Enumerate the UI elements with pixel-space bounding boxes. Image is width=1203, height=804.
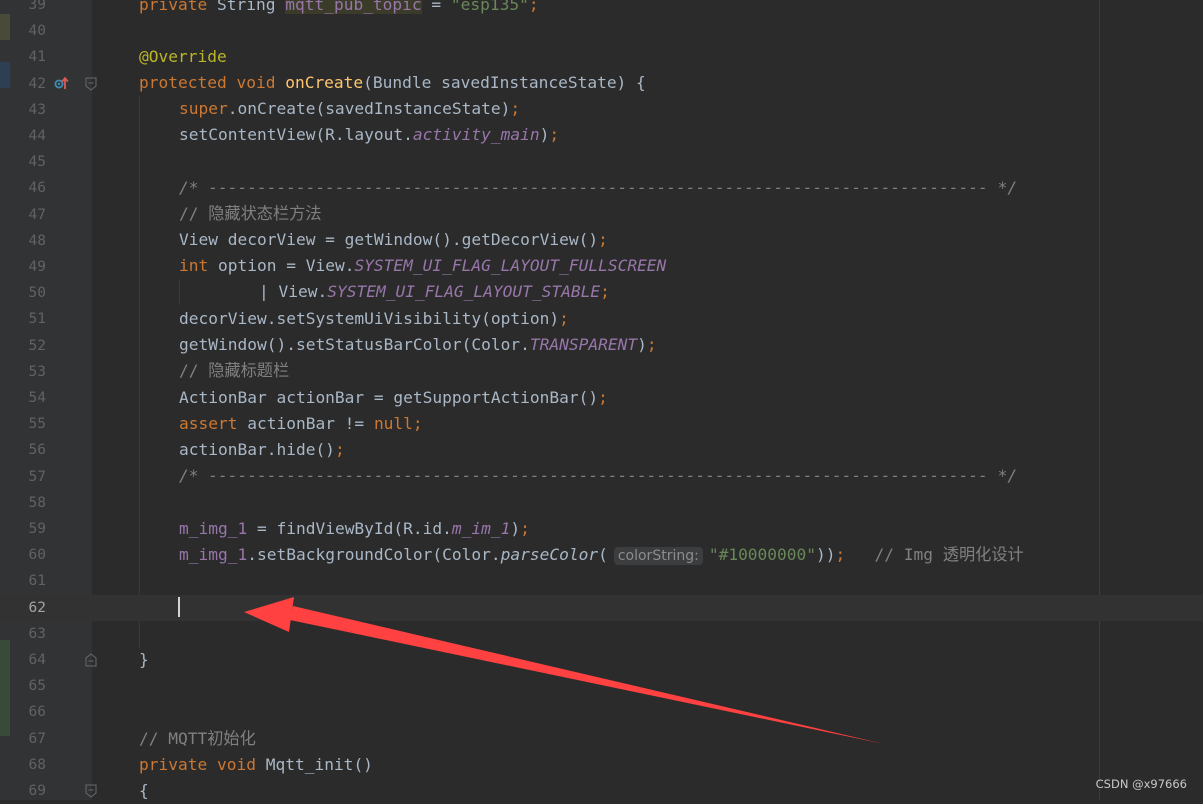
annotation-arrow bbox=[244, 597, 884, 744]
arrow-shaft bbox=[290, 606, 884, 744]
watermark: CSDN @x97666 bbox=[1095, 777, 1187, 791]
arrow-head bbox=[244, 597, 294, 632]
code-editor[interactable]: 39 40 41 42 43 44 45 46 47 48 49 50 51 52 53 54 55 56 57 58… bbox=[0, 0, 1203, 800]
